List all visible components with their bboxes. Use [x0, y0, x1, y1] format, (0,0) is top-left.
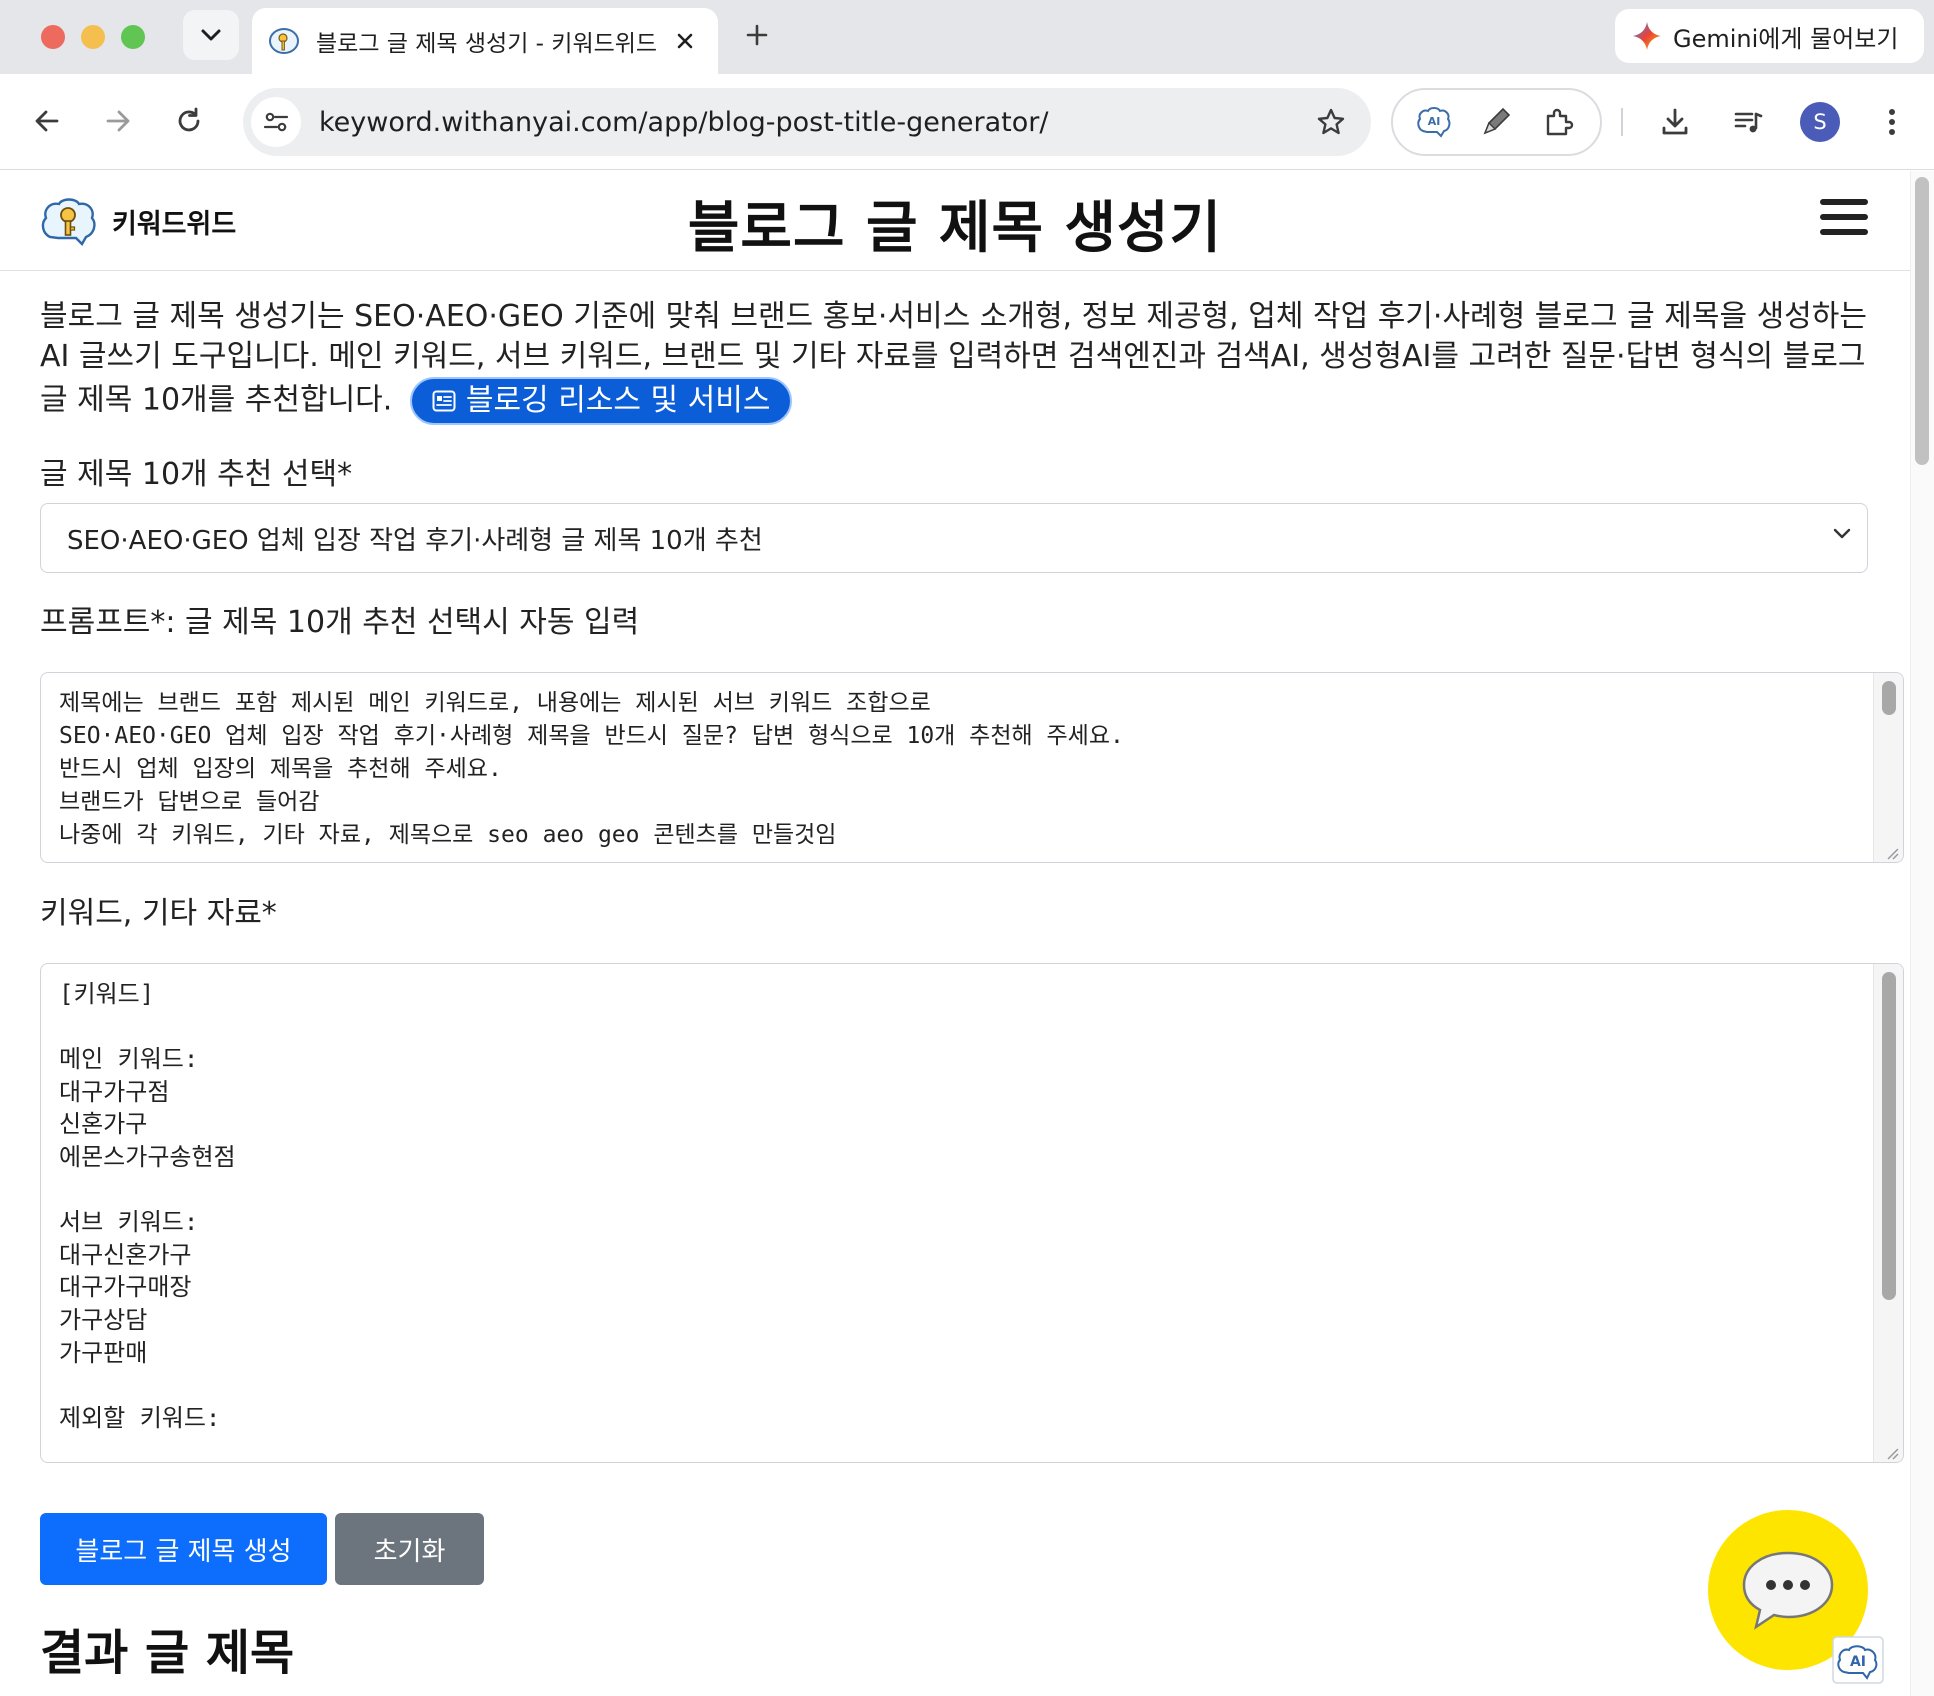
gemini-sparkle-icon [1633, 22, 1661, 50]
arrow-right-icon [106, 110, 130, 132]
resize-grip-icon[interactable] [1883, 844, 1899, 860]
title-type-selected-value: SEO·AEO·GEO 업체 입장 작업 후기·사례형 글 제목 10개 추천 [67, 525, 763, 556]
media-controls-button[interactable] [1724, 98, 1772, 146]
keywords-scroll-thumb[interactable] [1882, 972, 1896, 1300]
news-card-icon [432, 390, 456, 412]
menu-bar-line [1820, 229, 1868, 235]
page-viewport: 키워드위드 블로그 글 제목 생성기 블로그 글 제목 생성기는 SEO·AEO… [0, 171, 1934, 1696]
bookmark-button[interactable] [1309, 100, 1353, 144]
blogging-resources-button[interactable]: 블로깅 리소스 및 서비스 [409, 377, 793, 425]
keywords-text: [키워드] 메인 키워드: 대구가구점 신혼가구 에몬스가구송현점 서브 키워드… [59, 980, 236, 1432]
ai-brain-icon: AI [1417, 107, 1451, 138]
site-menu-button[interactable] [1820, 199, 1868, 241]
browser-tab-active[interactable]: 블로그 글 제목 생성기 - 키워드위드 [252, 8, 718, 74]
more-vertical-icon [1889, 109, 1895, 135]
profile-avatar[interactable]: S [1800, 102, 1840, 142]
title-type-label: 글 제목 10개 추천 선택* [40, 457, 353, 492]
plus-icon [746, 24, 768, 46]
reset-button[interactable]: 초기화 [335, 1513, 484, 1585]
svg-text:AI: AI [1850, 1654, 1866, 1670]
reload-icon [178, 107, 200, 132]
new-tab-button[interactable] [740, 18, 774, 52]
arrow-left-icon [35, 110, 59, 132]
playlist-music-icon [1734, 112, 1763, 133]
keywords-label: 키워드, 기타 자료* [40, 896, 277, 931]
forward-button[interactable] [93, 96, 143, 146]
prompt-label: 프롬프트*: 글 제목 10개 추천 선택시 자동 입력 [40, 605, 640, 640]
pen-extension-button[interactable] [1474, 100, 1518, 144]
puzzle-icon [1546, 108, 1573, 136]
chevron-down-icon [1833, 528, 1851, 539]
speech-bubble-icon [1742, 1551, 1834, 1630]
tune-icon [263, 112, 289, 132]
blogging-resources-label: 블로깅 리소스 및 서비스 [465, 383, 771, 418]
keyword-brain-favicon-icon [269, 28, 299, 54]
star-icon [1317, 108, 1345, 135]
window-maximize-button[interactable] [121, 25, 145, 49]
prompt-textarea-scrollbar[interactable] [1873, 673, 1903, 862]
prompt-textarea[interactable]: 제목에는 브랜드 포함 제시된 메인 키워드로, 내용에는 제시된 서브 키워드… [40, 672, 1904, 863]
site-header: 키워드위드 블로그 글 제목 생성기 [0, 171, 1910, 271]
page-title: 블로그 글 제목 생성기 [687, 196, 1223, 261]
gemini-ask-button[interactable]: Gemini에게 물어보기 [1615, 9, 1924, 63]
ai-brain-extension-button[interactable]: AI [1412, 100, 1456, 144]
intro-paragraph: 블로그 글 제목 생성기는 SEO·AEO·GEO 기준에 맞춰 브랜드 홍보·… [40, 297, 1880, 425]
download-icon [1662, 108, 1688, 135]
keywords-textarea-scrollbar[interactable] [1873, 964, 1903, 1462]
page-scrollbar[interactable] [1910, 171, 1934, 1696]
gemini-label: Gemini에게 물어보기 [1673, 24, 1899, 53]
browser-toolbar: keyword.withanyai.com/app/blog-post-titl… [0, 74, 1934, 170]
menu-bar-line [1820, 214, 1868, 220]
resize-grip-icon[interactable] [1883, 1444, 1899, 1460]
tab-search-button[interactable] [183, 10, 239, 60]
address-bar[interactable]: keyword.withanyai.com/app/blog-post-titl… [243, 88, 1371, 156]
ai-assistant-badge-icon[interactable]: AI [1832, 1636, 1884, 1684]
window-minimize-button[interactable] [81, 25, 105, 49]
page-scroll-thumb[interactable] [1915, 177, 1929, 465]
prompt-text: 제목에는 브랜드 포함 제시된 메인 키워드로, 내용에는 제시된 서브 키워드… [59, 690, 1124, 848]
reload-button[interactable] [164, 96, 214, 146]
window-close-button[interactable] [41, 25, 65, 49]
generate-titles-button[interactable]: 블로그 글 제목 생성 [40, 1513, 327, 1585]
intro-text: 블로그 글 제목 생성기는 SEO·AEO·GEO 기준에 맞춰 브랜드 홍보·… [40, 299, 1867, 418]
url-text: keyword.withanyai.com/app/blog-post-titl… [319, 106, 1049, 138]
title-type-select[interactable]: SEO·AEO·GEO 업체 입장 작업 후기·사례형 글 제목 10개 추천 [40, 503, 1868, 573]
browser-menu-button[interactable] [1868, 98, 1916, 146]
close-icon [677, 33, 693, 49]
keywords-textarea[interactable]: [키워드] 메인 키워드: 대구가구점 신혼가구 에몬스가구송현점 서브 키워드… [40, 963, 1904, 1463]
downloads-button[interactable] [1651, 98, 1699, 146]
result-heading: 결과 글 제목 [40, 1625, 295, 1681]
tab-close-button[interactable] [668, 24, 702, 58]
prompt-scroll-thumb[interactable] [1882, 681, 1896, 715]
chevron-down-icon [201, 29, 221, 41]
pen-icon [1484, 107, 1511, 135]
svg-text:AI: AI [1428, 115, 1441, 128]
menu-bar-line [1820, 199, 1868, 205]
site-info-button[interactable] [251, 97, 301, 147]
browser-tab-bar: 블로그 글 제목 생성기 - 키워드위드 Gemini에게 물어보기 [0, 0, 1934, 74]
back-button[interactable] [22, 96, 72, 146]
tab-title: 블로그 글 제목 생성기 - 키워드위드 [316, 31, 658, 57]
extensions-group: AI [1391, 88, 1602, 156]
extensions-button[interactable] [1537, 100, 1581, 144]
toolbar-separator [1621, 108, 1623, 136]
